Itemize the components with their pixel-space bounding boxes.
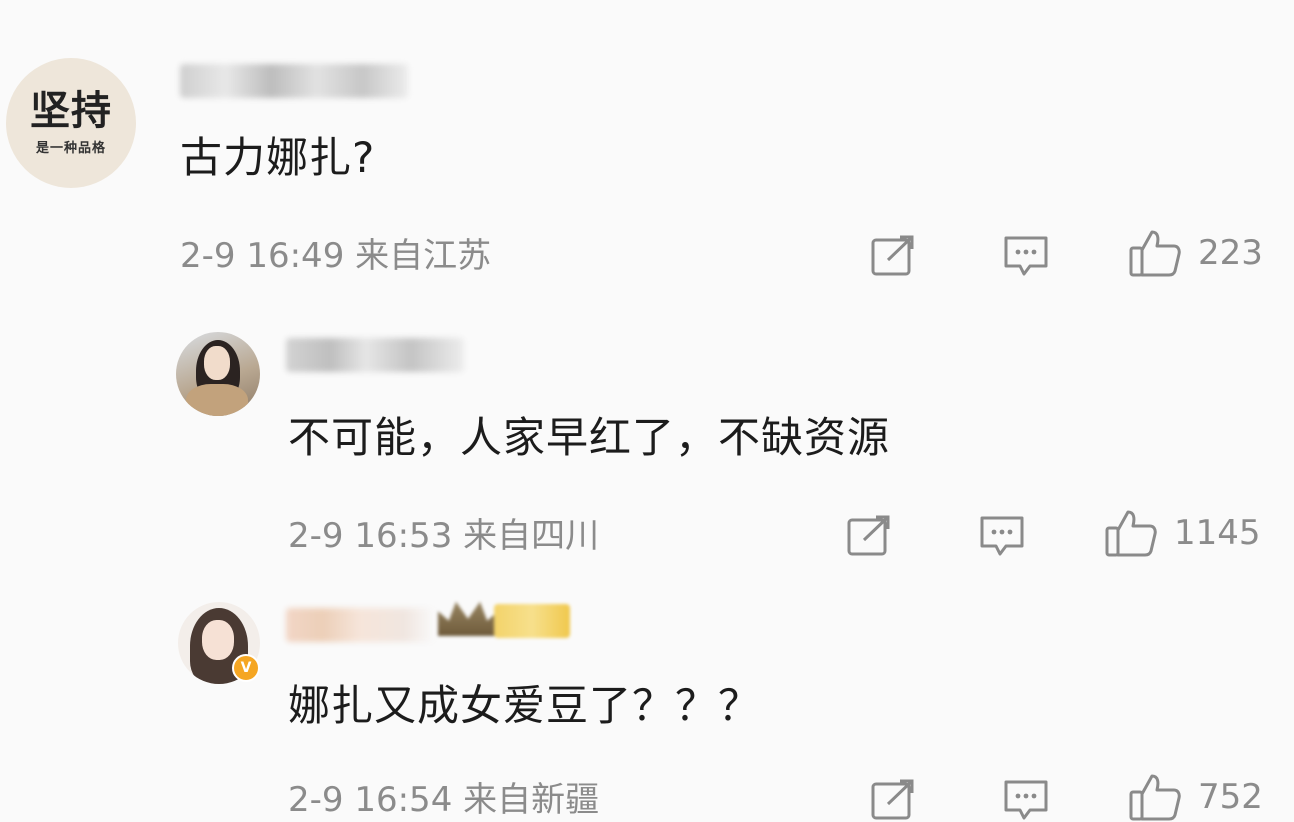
avatar[interactable]: 坚持 是一种品格 xyxy=(6,58,136,188)
comment-item: 坚持 是一种品格 古力娜扎? 2-9 16:49 来自江苏 223 xyxy=(0,0,1294,300)
share-icon xyxy=(871,235,914,276)
username-blurred[interactable] xyxy=(286,338,464,372)
avatar-logo-subtext: 是一种品格 xyxy=(35,140,106,156)
comment-icon xyxy=(1004,780,1048,820)
avatar-photo-face xyxy=(202,620,234,660)
crown-icon xyxy=(438,601,498,636)
share-button[interactable] xyxy=(870,234,916,278)
comment-text: 古力娜扎? xyxy=(180,133,376,182)
comment-text: 不可能，人家早红了，不缺资源 xyxy=(288,413,891,462)
avatar-photo-coat xyxy=(186,384,248,416)
like-count: 1145 xyxy=(1174,513,1261,553)
username-blurred[interactable] xyxy=(180,64,408,98)
comment-meta: 2-9 16:53 来自四川 xyxy=(288,516,600,556)
like-button[interactable]: 752 xyxy=(1128,772,1263,822)
comment-meta: 2-9 16:54 来自新疆 xyxy=(288,780,600,820)
comment-text: 娜扎又成女爱豆了？？？ xyxy=(288,681,762,730)
like-count: 223 xyxy=(1198,233,1263,273)
share-icon xyxy=(847,515,890,556)
like-count: 752 xyxy=(1198,777,1263,817)
username-blurred[interactable] xyxy=(286,608,434,642)
like-button[interactable]: 1145 xyxy=(1104,508,1261,558)
reply-item: 不可能，人家早红了，不缺资源 2-9 16:53 来自四川 1145 xyxy=(0,300,1294,580)
avatar-logo-text: 坚持 xyxy=(30,87,112,134)
thumbs-up-icon xyxy=(1129,774,1181,821)
thumbs-up-icon xyxy=(1129,230,1181,277)
member-badge-plate xyxy=(494,604,570,638)
comment-icon xyxy=(980,516,1024,556)
share-button[interactable] xyxy=(870,778,916,822)
avatar-photo-face xyxy=(204,346,230,380)
comment-icon xyxy=(1004,236,1048,276)
verified-badge: V xyxy=(232,654,260,682)
avatar[interactable] xyxy=(176,332,260,416)
reply-item: V 娜扎又成女爱豆了？？？ 2-9 16:54 来自新疆 752 xyxy=(0,580,1294,822)
share-icon xyxy=(871,779,914,820)
comment-button[interactable] xyxy=(1002,778,1050,822)
comment-button[interactable] xyxy=(1002,234,1050,278)
share-button[interactable] xyxy=(846,514,892,558)
comment-button[interactable] xyxy=(978,514,1026,558)
thumbs-up-icon xyxy=(1105,510,1157,557)
comment-meta: 2-9 16:49 来自江苏 xyxy=(180,236,492,276)
member-crown-badge[interactable] xyxy=(438,598,572,642)
like-button[interactable]: 223 xyxy=(1128,228,1263,278)
